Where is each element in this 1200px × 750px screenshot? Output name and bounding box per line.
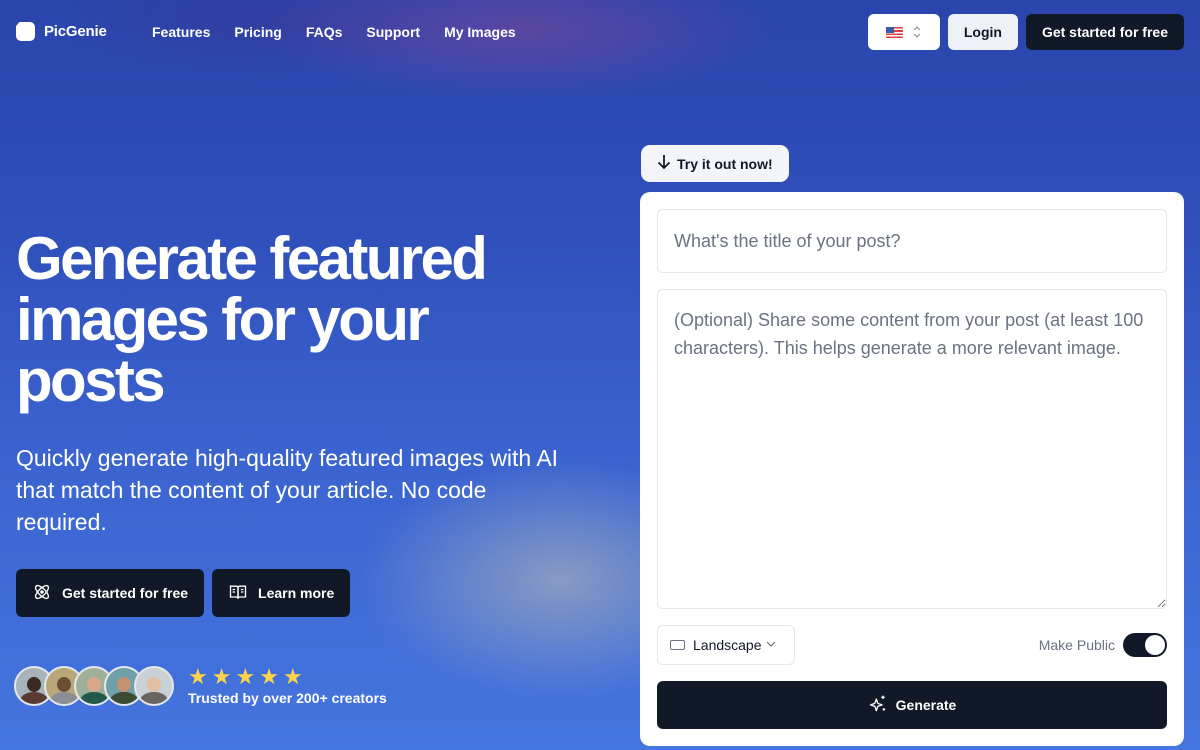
nav-link-faqs[interactable]: FAQs [306,24,343,40]
nav-link-features[interactable]: Features [152,24,210,40]
star-icon: ★ [235,663,256,689]
language-select[interactable] [867,14,940,50]
logo-icon [16,22,35,41]
atom-icon [32,582,52,605]
avatar [134,666,174,706]
make-public-control: Make Public [1039,633,1167,657]
trusted-text: Trusted by over 200+ creators [188,689,387,706]
social-proof: ★ ★ ★ ★ ★ Trusted by over 200+ creators [14,663,387,706]
star-icon: ★ [188,663,208,689]
nav-link-pricing[interactable]: Pricing [234,24,281,40]
hero-title: Generate featured images for your posts [16,225,488,414]
arrow-down-icon [657,154,671,173]
learn-more-label: Learn more [258,585,335,601]
post-content-textarea[interactable] [657,289,1167,609]
try-it-label: Try it out now! [677,155,773,172]
make-public-toggle[interactable] [1123,633,1167,657]
learn-more-button[interactable]: Learn more [212,569,351,617]
sparkles-icon [868,694,888,717]
post-title-input[interactable] [657,209,1167,273]
brand-name: PicGenie [44,23,107,40]
try-it-badge: Try it out now! [641,145,789,182]
star-rating: ★ ★ ★ ★ ★ [188,663,387,689]
star-icon: ★ [211,663,232,689]
generate-label: Generate [895,697,957,713]
star-icon: ★ [282,663,303,689]
us-flag-icon [886,26,904,38]
nav-actions: Login Get started for free [867,14,1184,50]
star-icon: ★ [259,663,279,689]
chevron-down-icon [766,639,776,650]
generate-button[interactable]: Generate [657,681,1167,729]
nav-link-my-images[interactable]: My Images [444,24,516,40]
orientation-value: Landscape [693,637,762,653]
chevron-up-down-icon [913,26,921,38]
hero-cta-group: Get started for free Learn more [16,569,351,617]
nav-links: Features Pricing FAQs Support My Images [152,24,516,40]
nav-get-started-button[interactable]: Get started for free [1025,14,1184,50]
hero-subtitle: Quickly generate high-quality featured i… [16,445,559,535]
landscape-icon [670,640,685,650]
brand-logo[interactable]: PicGenie [16,22,107,41]
avatar-group [14,666,174,706]
make-public-label: Make Public [1038,637,1115,653]
orientation-select[interactable]: Landscape [657,625,795,665]
top-nav: PicGenie Features Pricing FAQs Support M… [0,0,1200,64]
rating-block: ★ ★ ★ ★ ★ Trusted by over 200+ creators [188,663,387,706]
hero-get-started-button[interactable]: Get started for free [16,569,205,617]
login-button[interactable]: Login [947,14,1018,50]
book-open-icon [228,582,248,605]
toggle-knob [1145,635,1165,655]
hero-get-started-label: Get started for free [62,585,189,601]
generator-card: Landscape Make Public Generate [640,192,1184,746]
nav-link-support[interactable]: Support [366,24,420,40]
